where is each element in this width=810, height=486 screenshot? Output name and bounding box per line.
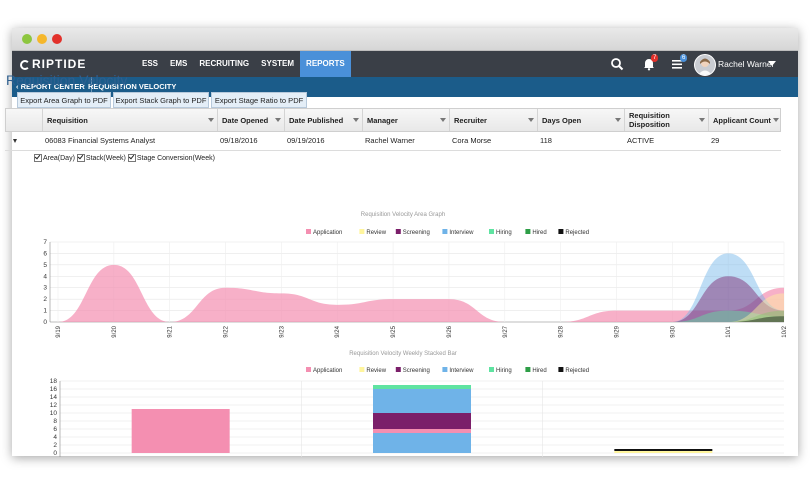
column-menu-chevron-icon[interactable]: [208, 118, 214, 122]
option-stage-conversion-week-checkbox[interactable]: Stage Conversion(Week): [127, 154, 215, 162]
column-menu-chevron-icon[interactable]: [440, 118, 446, 122]
column-menu-chevron-icon[interactable]: [773, 118, 779, 122]
main-nav: ESS EMS RECRUITING SYSTEM REPORTS: [136, 51, 351, 77]
tasks-count-badge: 6: [680, 54, 688, 62]
cell-disposition: ACTIVE: [627, 136, 655, 145]
notifications-count-badge: 7: [651, 54, 659, 62]
user-avatar[interactable]: [694, 54, 716, 76]
export-stack-graph-button[interactable]: Export Stack Graph to PDF: [113, 92, 209, 108]
checkbox-checked-icon: [34, 154, 42, 162]
column-menu-chevron-icon[interactable]: [699, 118, 705, 122]
window-titlebar: [12, 28, 798, 51]
column-menu-chevron-icon[interactable]: [528, 118, 534, 122]
export-stage-ratio-button[interactable]: Export Stage Ratio to PDF: [211, 92, 307, 108]
cell-requisition: 06083 Financial Systems Analyst: [45, 136, 156, 145]
window-maximize-button[interactable]: [22, 34, 32, 44]
option-area-day-checkbox[interactable]: Area(Day): [34, 154, 75, 162]
cell-date-published: 09/19/2016: [287, 136, 325, 145]
nav-item-system[interactable]: SYSTEM: [255, 51, 300, 77]
table-header: Requisition Date Opened Date Published M…: [5, 108, 781, 132]
search-icon[interactable]: [610, 57, 624, 71]
logo-circle-icon: [20, 60, 30, 70]
column-header-recruiter[interactable]: Recruiter: [449, 109, 537, 131]
option-stack-week-checkbox[interactable]: Stack(Week): [76, 154, 126, 162]
app-logo[interactable]: RIPTIDE: [20, 57, 86, 71]
window-minimize-button[interactable]: [37, 34, 47, 44]
column-menu-chevron-icon[interactable]: [275, 118, 281, 122]
column-header-date-opened[interactable]: Date Opened: [217, 109, 284, 131]
column-header-days-open[interactable]: Days Open: [537, 109, 624, 131]
user-menu-chevron-down-icon[interactable]: [768, 61, 776, 66]
nav-item-recruiting[interactable]: RECRUITING: [193, 51, 255, 77]
user-portrait-icon: [698, 58, 712, 75]
cell-date-opened: 09/18/2016: [220, 136, 258, 145]
export-area-graph-button[interactable]: Export Area Graph to PDF: [17, 92, 111, 108]
nav-item-reports[interactable]: REPORTS: [300, 51, 351, 77]
column-header-date-published[interactable]: Date Published: [284, 109, 362, 131]
cell-days-open: 118: [540, 136, 552, 145]
window-close-button[interactable]: [52, 34, 62, 44]
nav-item-ess[interactable]: ESS: [136, 51, 164, 77]
column-header-manager[interactable]: Manager: [362, 109, 449, 131]
column-header-requisition-disposition[interactable]: Requisition Disposition: [624, 109, 708, 131]
app-header: RIPTIDE ESS EMS RECRUITING SYSTEM REPORTS 7 …: [12, 51, 798, 77]
page-title: Requisition Velocity: [6, 72, 128, 88]
column-header-applicant-count[interactable]: Applicant Count: [708, 109, 782, 131]
chart-options: Area(Day) Stack(Week) Stage Conversion(W…: [34, 154, 217, 162]
nav-item-ems[interactable]: EMS: [164, 51, 193, 77]
column-menu-chevron-icon[interactable]: [353, 118, 359, 122]
column-menu-chevron-icon[interactable]: [615, 118, 621, 122]
cell-recruiter: Cora Morse: [452, 136, 492, 145]
column-header-requisition[interactable]: Requisition: [42, 109, 217, 131]
user-name[interactable]: Rachel Warner: [718, 51, 774, 77]
row-expand-caret-icon[interactable]: [13, 139, 17, 143]
checkbox-checked-icon: [127, 154, 136, 162]
checkbox-checked-icon: [76, 154, 85, 162]
table-row[interactable]: 06083 Financial Systems Analyst 09/18/20…: [5, 132, 781, 151]
cell-applicant-count: 29: [711, 136, 720, 145]
cell-manager: Rachel Warner: [365, 136, 415, 145]
